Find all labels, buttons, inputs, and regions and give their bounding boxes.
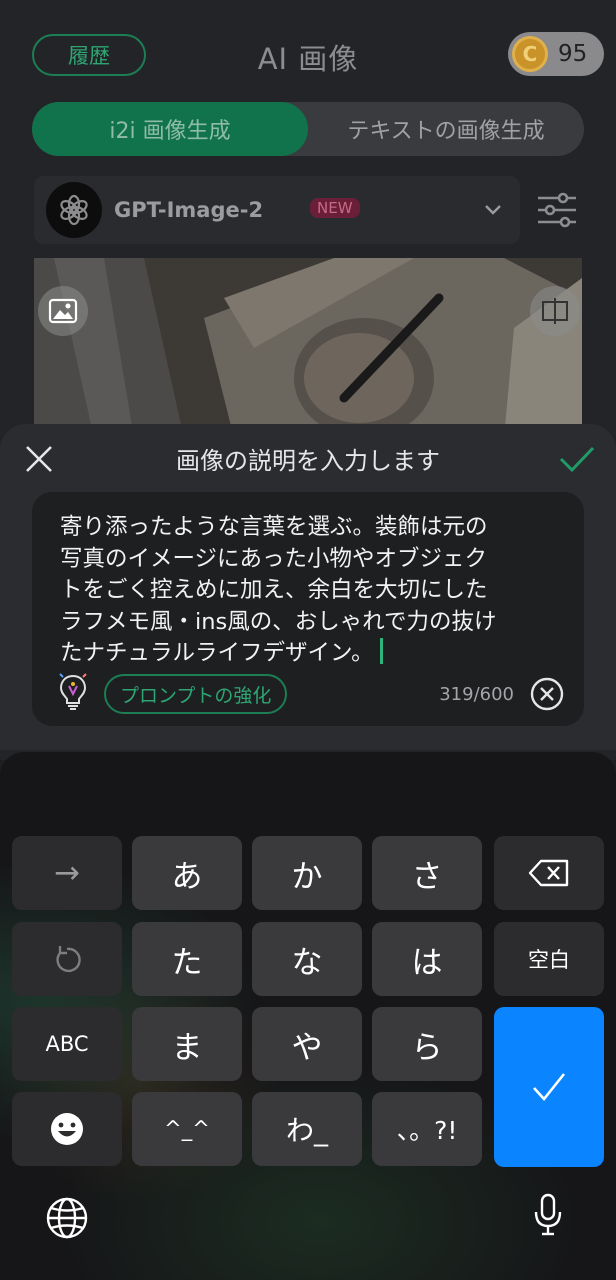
emoji-icon (51, 1113, 83, 1145)
image-icon (48, 298, 78, 324)
gallery-button[interactable] (38, 286, 88, 336)
key-ma[interactable]: ま (132, 1007, 242, 1081)
lightbulb-icon (59, 673, 87, 710)
text-cursor (379, 638, 383, 664)
undo-icon (56, 946, 81, 973)
key-ta[interactable]: た (132, 922, 242, 996)
key-confirm[interactable] (494, 1007, 604, 1167)
key-ha[interactable]: は (372, 922, 482, 996)
key-next-arrow[interactable]: → (12, 836, 122, 910)
key-space[interactable]: 空白 (494, 922, 604, 996)
key-abc[interactable]: ABC (12, 1007, 122, 1081)
compare-icon (542, 298, 568, 324)
key-punctuation[interactable]: 、。?! (372, 1092, 482, 1166)
clear-text-icon[interactable] (530, 677, 564, 711)
tab-text-to-image[interactable]: テキストの画像生成 (308, 102, 584, 156)
microphone-icon[interactable] (532, 1192, 564, 1238)
delete-icon (528, 859, 569, 887)
source-image[interactable] (34, 258, 582, 438)
key-undo[interactable] (12, 922, 122, 996)
compare-button[interactable] (530, 286, 580, 336)
prompt-input[interactable]: 寄り添ったような言葉を選ぶ。装飾は元の 写真のイメージにあった小物やオブジェク … (32, 492, 584, 726)
key-wa[interactable]: わ_ (252, 1092, 362, 1166)
new-badge: NEW (310, 198, 360, 218)
key-a[interactable]: あ (132, 836, 242, 910)
coin-count: 95 (558, 41, 588, 67)
key-ra[interactable]: ら (372, 1007, 482, 1081)
prompt-sheet: 画像の説明を入力します 寄り添ったような言葉を選ぶ。装飾は元の 写真のイメージに… (0, 424, 616, 750)
coin-balance[interactable]: C 95 (508, 32, 604, 76)
prompt-text[interactable]: 寄り添ったような言葉を選ぶ。装飾は元の 写真のイメージにあった小物やオブジェク … (60, 512, 560, 670)
prompt-content: 寄り添ったような言葉を選ぶ。装飾は元の 写真のイメージにあった小物やオブジェク … (60, 514, 497, 666)
enhance-prompt-button[interactable]: プロンプトの強化 (104, 674, 288, 714)
check-icon[interactable] (558, 442, 596, 476)
model-name: GPT-Image-2 (114, 198, 264, 222)
settings-sliders-icon[interactable] (536, 190, 578, 230)
mode-tabs: i2i 画像生成 テキストの画像生成 (32, 102, 584, 156)
keyboard: → あ か さ た な は 空白 ABC ま や ら ^_^ わ_ 、。?! (0, 752, 616, 1280)
key-ka[interactable]: か (252, 836, 362, 910)
source-photo (34, 258, 582, 438)
sheet-title: 画像の説明を入力します (176, 447, 440, 475)
confirm-icon (533, 1073, 566, 1102)
key-ya[interactable]: や (252, 1007, 362, 1081)
openai-logo-icon (46, 182, 102, 238)
key-sa[interactable]: さ (372, 836, 482, 910)
chevron-down-icon (485, 205, 501, 215)
key-na[interactable]: な (252, 922, 362, 996)
key-delete[interactable] (494, 836, 604, 910)
top-bar: 履歴 AI 画像 C 95 (0, 28, 616, 84)
tab-i2i[interactable]: i2i 画像生成 (32, 102, 308, 156)
key-kaomoji[interactable]: ^_^ (132, 1092, 242, 1166)
char-count: 319/600 (439, 684, 514, 705)
model-selector[interactable]: GPT-Image-2 NEW (34, 176, 520, 244)
coin-icon: C (512, 36, 548, 72)
globe-icon[interactable] (45, 1196, 89, 1240)
key-emoji[interactable] (12, 1092, 122, 1166)
